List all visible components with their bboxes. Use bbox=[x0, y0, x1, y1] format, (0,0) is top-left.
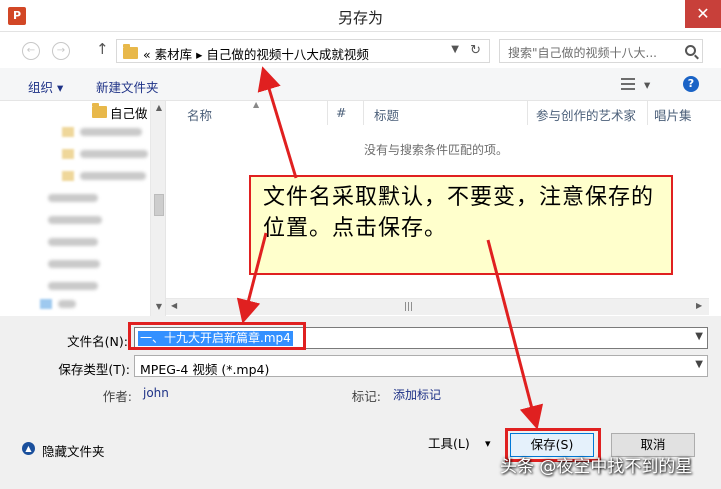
blurred-tree-item[interactable] bbox=[48, 282, 98, 290]
chevron-down-icon: ▾ bbox=[485, 437, 491, 450]
column-header-name[interactable]: 名称 bbox=[166, 101, 328, 125]
close-button[interactable]: ✕ bbox=[685, 0, 721, 28]
blurred-tree-item[interactable] bbox=[48, 194, 98, 202]
empty-results-message: 没有与搜索条件匹配的项。 bbox=[364, 143, 509, 157]
column-header-album[interactable]: 唱片集 bbox=[648, 101, 721, 125]
refresh-icon[interactable]: ↻ bbox=[470, 43, 481, 58]
folder-icon bbox=[62, 171, 74, 181]
tools-button[interactable]: 工具(L) ▾ bbox=[418, 433, 500, 457]
blurred-tree-item[interactable] bbox=[80, 150, 148, 158]
column-header-artist[interactable]: 参与创作的艺术家 bbox=[528, 101, 648, 125]
chevron-down-icon[interactable]: ▼ bbox=[695, 359, 703, 370]
author-label: 作者: bbox=[102, 389, 132, 404]
folder-icon bbox=[62, 127, 74, 137]
scrollbar-thumb[interactable] bbox=[154, 194, 164, 216]
tree-item-label: 自己做 bbox=[110, 106, 148, 121]
view-options-icon[interactable] bbox=[621, 77, 635, 91]
column-header-title[interactable]: 标题 bbox=[364, 101, 528, 125]
blurred-tree-item[interactable] bbox=[48, 260, 100, 268]
tree-item-current[interactable]: 自己做 bbox=[0, 101, 150, 121]
tree-scrollbar[interactable]: ▲ ▼ bbox=[150, 101, 165, 316]
scroll-left-arrow-icon[interactable]: ◀ bbox=[171, 301, 177, 310]
search-icon[interactable] bbox=[685, 45, 696, 56]
navigation-pane: 自己做 ▲ ▼ bbox=[0, 101, 166, 316]
filename-highlight-box bbox=[128, 322, 306, 350]
folder-icon bbox=[62, 149, 74, 159]
column-header-number[interactable]: # bbox=[328, 101, 364, 125]
hide-folders-label: 隐藏文件夹 bbox=[42, 444, 105, 459]
address-bar[interactable]: « 素材库 ▸ 自己做的视频十八大成就视频 ▼ ↻ bbox=[116, 39, 490, 63]
scroll-down-arrow-icon[interactable]: ▼ bbox=[151, 302, 165, 311]
chevron-up-icon: ▲ bbox=[22, 442, 35, 455]
blurred-tree-item[interactable] bbox=[48, 238, 98, 246]
folder-icon bbox=[92, 103, 107, 118]
title-bar: P 另存为 ✕ bbox=[0, 0, 721, 32]
callout-text: 文件名采取默认，不要变，注意保存的位置。点击保存。 bbox=[263, 185, 655, 241]
blurred-tree-item[interactable] bbox=[80, 128, 142, 136]
new-folder-button[interactable]: 新建文件夹 bbox=[96, 77, 159, 96]
forward-button[interactable]: → bbox=[52, 42, 70, 60]
view-dropdown[interactable]: ▾ bbox=[644, 77, 650, 92]
folder-icon bbox=[123, 44, 138, 59]
chevron-down-icon[interactable]: ▼ bbox=[695, 331, 703, 342]
window-title: 另存为 bbox=[337, 9, 383, 27]
help-icon[interactable]: ? bbox=[683, 76, 699, 92]
scroll-up-arrow-icon[interactable]: ▲ bbox=[151, 103, 165, 112]
instruction-callout: 文件名采取默认，不要变，注意保存的位置。点击保存。 bbox=[249, 175, 673, 275]
address-path: « 素材库 ▸ 自己做的视频十八大成就视频 bbox=[143, 47, 369, 62]
organize-button[interactable]: 组织 ▾ bbox=[28, 77, 63, 96]
watermark-text: 头条 @夜空中找不到的星 bbox=[500, 457, 693, 477]
back-button[interactable]: ← bbox=[22, 42, 40, 60]
filetype-value: MPEG-4 视频 (*.mp4) bbox=[140, 362, 270, 377]
blurred-tree-item[interactable] bbox=[80, 172, 146, 180]
up-folder-button[interactable]: ↑ bbox=[96, 40, 109, 58]
blurred-tree-item[interactable] bbox=[48, 216, 102, 224]
navigation-bar: ← → ↑ « 素材库 ▸ 自己做的视频十八大成就视频 ▼ ↻ 搜索"自己做的视… bbox=[0, 32, 721, 68]
horizontal-scrollbar[interactable]: ◀ ||| ▶ bbox=[166, 298, 709, 315]
add-tags-link[interactable]: 添加标记 bbox=[393, 386, 441, 403]
filetype-label: 保存类型(T): bbox=[58, 362, 130, 377]
filename-label: 文件名(N): bbox=[67, 334, 128, 349]
search-input[interactable]: 搜索"自己做的视频十八大... bbox=[508, 44, 657, 61]
filetype-select[interactable]: MPEG-4 视频 (*.mp4) ▼ bbox=[134, 355, 708, 377]
search-box[interactable]: 搜索"自己做的视频十八大... bbox=[499, 39, 703, 63]
blurred-tree-item[interactable] bbox=[58, 300, 76, 308]
tools-label: 工具(L) bbox=[428, 436, 470, 451]
command-bar: 组织 ▾ 新建文件夹 ▾ ? bbox=[0, 68, 721, 101]
scroll-right-arrow-icon[interactable]: ▶ bbox=[696, 301, 702, 310]
author-value[interactable]: john bbox=[143, 386, 169, 400]
computer-icon bbox=[40, 299, 52, 309]
chevron-down-icon[interactable]: ▼ bbox=[451, 44, 459, 55]
tags-label: 标记: bbox=[351, 389, 381, 404]
scrollbar-grip-icon[interactable]: ||| bbox=[404, 302, 413, 312]
